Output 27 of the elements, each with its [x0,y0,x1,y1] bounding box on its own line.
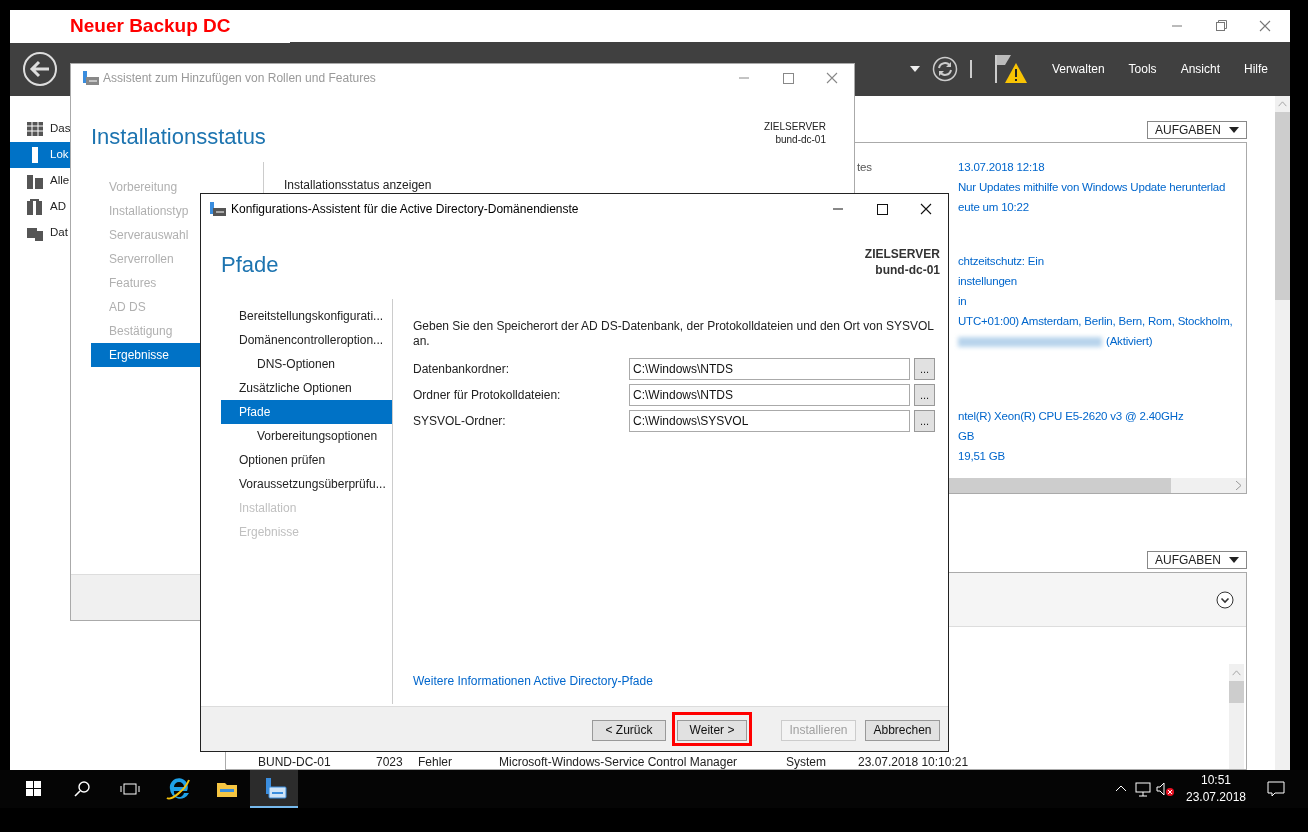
window-title: Konfigurations-Assistent für die Active Directory-Domänendienste [231,200,580,218]
target-server-label: ZIELSERVER [864,246,940,262]
field-label: SYSVOL-Ordner: [413,413,507,430]
table-cell-text: 23.07.2018 10:10:21 [858,754,970,769]
sidebar-label: Dat [50,225,68,241]
target-server-name: bund-dc-01 [875,262,940,278]
table-cell-text: BUND-DC-01 [258,754,332,769]
field-label: Ordner für Protokolldateien: [413,387,562,404]
target-server-label: ZIELSERVER [763,120,826,133]
field-label: Datenbankordner: [413,361,511,378]
sidebar-label: AD [50,199,66,215]
table-cell-text: Fehler [418,754,453,769]
table-cell-text: Microsoft-Windows-Service Control Manager [499,754,739,769]
wizard-button: Installieren [781,719,856,741]
window-title: Assistent zum Hinzufügen von Rollen und Features [103,70,377,87]
target-server-name: bund-dc-01 [775,133,826,146]
annotation-label: Neuer Backup DC [70,14,231,39]
section-heading: Installationsstatus anzeigen [284,178,432,192]
sidebar-label: Das [50,121,71,137]
wizard-heading: Installationsstatus [91,123,266,151]
wizard-heading: Pfade [221,251,279,279]
table-cell-text: 7023 [376,754,404,769]
sidebar-label: Alle [50,173,70,189]
sidebar-label: Lok [50,147,69,163]
description-text: Geben Sie den Speicherort der AD DS-Datenbank, der Protokolldateien und den Ort von SYSVOL an. [413,319,935,349]
property-label: tes [857,161,872,174]
table-cell-text: System [786,754,827,769]
